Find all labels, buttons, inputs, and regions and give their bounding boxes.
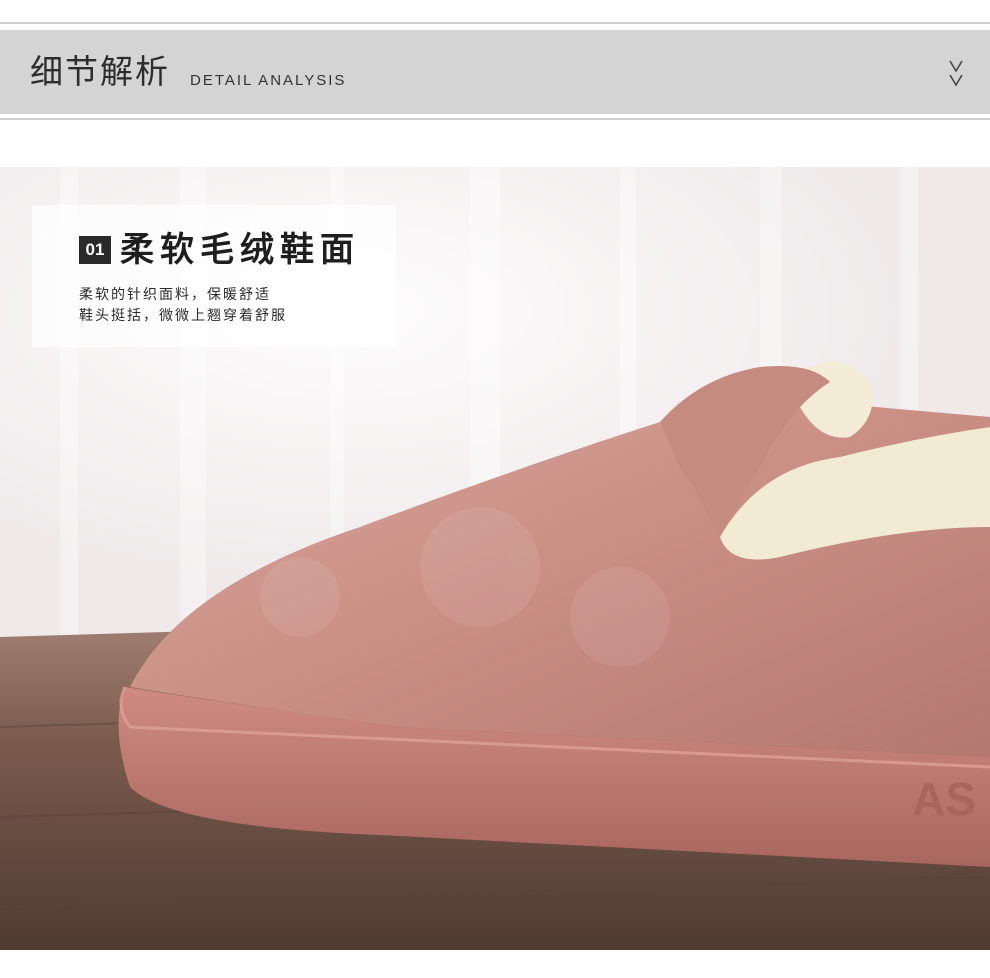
detail-title: 柔软毛绒鞋面 <box>120 230 360 270</box>
section-subtitle: DETAIL ANALYSIS <box>190 72 347 89</box>
section-header: 细节解析 DETAIL ANALYSIS <box>0 30 990 114</box>
bottom-divider <box>0 118 990 120</box>
detail-line-2: 鞋头挺括，微微上翘穿着舒服 <box>79 308 287 324</box>
detail-number: 01 <box>79 236 111 264</box>
section-title: 细节解析 <box>30 52 170 91</box>
top-divider <box>0 22 990 24</box>
detail-line-1: 柔软的针织面料，保暖舒适 <box>79 287 271 303</box>
sole-logo: AS <box>912 773 976 825</box>
double-chevron-down-icon <box>949 60 963 87</box>
